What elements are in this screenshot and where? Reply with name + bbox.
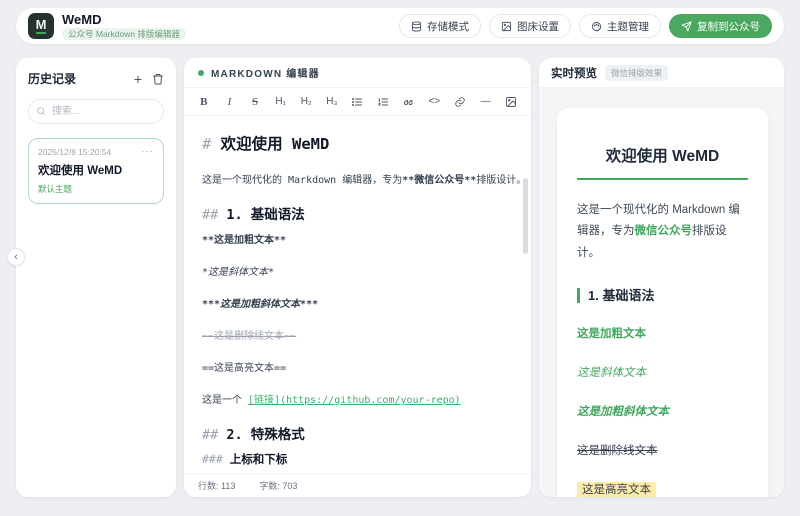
link-icon	[454, 96, 466, 108]
live-preview-panel: 实时预览 微信排版效果 欢迎使用 WeMD 这是一个现代化的 Markdown …	[539, 58, 784, 497]
quote-icon	[403, 96, 415, 108]
history-sidebar: 历史记录 + 2025/12/8 15:20:54 ··· 欢迎使用 WeMD …	[16, 58, 176, 497]
theme-manager-label: 主题管理	[607, 19, 649, 34]
new-document-button[interactable]: +	[134, 72, 142, 86]
app-title-block: WeMD 公众号 Markdown 排版编辑器	[62, 13, 186, 40]
md-line-bold: **这是加粗文本**	[202, 231, 513, 246]
md-line-intro: 这是一个现代化的 Markdown 编辑器，专为**微信公众号**排版设计。	[202, 171, 513, 186]
ordered-list-icon	[377, 96, 389, 108]
md-line-strike: ~~这是删除线文本~~	[202, 327, 513, 342]
link-button[interactable]	[448, 92, 472, 112]
md-line-h2-special: ## 2. 特殊格式	[202, 423, 513, 443]
image-host-settings-button[interactable]: 图床设置	[489, 14, 571, 38]
md-line-h1: # 欢迎使用 WeMD	[202, 132, 513, 154]
copy-to-wechat-label: 复制到公众号	[697, 19, 760, 34]
storage-icon	[411, 21, 422, 32]
preview-italic: 这是斜体文本	[577, 364, 748, 380]
bold-button[interactable]: B	[192, 92, 216, 112]
blockquote-button[interactable]	[397, 92, 421, 112]
preview-mode-badge: 微信排版效果	[605, 65, 668, 81]
md-line-italic: *这是斜体文本*	[202, 263, 513, 278]
heading2-button[interactable]: H₂	[294, 92, 318, 112]
md-line-h2-basic: ## 1. 基础语法	[202, 203, 513, 223]
editor-scrollbar-thumb[interactable]	[523, 178, 528, 254]
send-icon	[681, 21, 692, 32]
md-link[interactable]: [链接](https://github.com/your-repo)	[248, 395, 461, 406]
history-item-theme-tag: 默认主题	[38, 183, 154, 195]
markdown-editor-panel: MARKDOWN 编辑器 B I S H₁ H₂ H₃ <> — # 欢迎使用 …	[184, 58, 531, 497]
theme-icon	[591, 21, 602, 32]
storage-mode-label: 存储模式	[427, 19, 469, 34]
horizontal-rule-button[interactable]: —	[474, 92, 498, 112]
italic-button[interactable]: I	[218, 92, 242, 112]
delete-history-button[interactable]	[152, 73, 164, 85]
history-item[interactable]: 2025/12/8 15:20:54 ··· 欢迎使用 WeMD 默认主题	[28, 138, 164, 204]
preview-intro: 这是一个现代化的 Markdown 编辑器，专为微信公众号排版设计。	[577, 200, 748, 264]
preview-strike: 这是删除线文本	[577, 442, 748, 458]
history-item-timestamp: 2025/12/8 15:20:54	[38, 147, 111, 157]
app-title: WeMD	[62, 13, 186, 27]
markdown-source-area[interactable]: # 欢迎使用 WeMD 这是一个现代化的 Markdown 编辑器，专为**微信…	[184, 116, 531, 473]
preview-highlight: 这是高亮文本	[577, 482, 656, 497]
insert-image-icon	[505, 96, 517, 108]
search-input[interactable]	[28, 99, 164, 124]
trash-icon	[152, 73, 164, 85]
preview-scroll-area[interactable]: 欢迎使用 WeMD 这是一个现代化的 Markdown 编辑器，专为微信公众号排…	[539, 88, 784, 497]
app-logo-icon: M	[28, 13, 54, 39]
history-search	[28, 99, 164, 124]
image-host-icon	[501, 21, 512, 32]
chevron-left-icon: ‹	[14, 251, 18, 263]
collapse-sidebar-button[interactable]: ‹	[7, 248, 25, 266]
preview-document: 欢迎使用 WeMD 这是一个现代化的 Markdown 编辑器，专为微信公众号排…	[557, 108, 768, 497]
preview-bolditalic: 这是加粗斜体文本	[577, 403, 748, 419]
theme-manager-button[interactable]: 主题管理	[579, 14, 661, 38]
code-button[interactable]: <>	[422, 92, 446, 112]
word-count: 字数: 703	[259, 479, 297, 492]
history-item-title: 欢迎使用 WeMD	[38, 162, 154, 178]
preview-panel-title: 实时预览	[551, 65, 597, 81]
md-line-h3-supsub: ### 上标和下标	[202, 451, 513, 467]
preview-h1: 欢迎使用 WeMD	[577, 144, 748, 180]
storage-mode-button[interactable]: 存储模式	[399, 14, 481, 38]
insert-image-button[interactable]	[499, 92, 523, 112]
md-line-highlight: ==这是高亮文本==	[202, 359, 513, 374]
md-line-link: 这是一个 [链接](https://github.com/your-repo)	[202, 391, 513, 406]
line-count: 行数: 113	[198, 479, 235, 492]
app-subtitle-badge: 公众号 Markdown 排版编辑器	[62, 28, 186, 40]
bullet-list-button[interactable]	[346, 92, 370, 112]
editor-panel-title: MARKDOWN 编辑器	[211, 65, 320, 80]
app-header: M WeMD 公众号 Markdown 排版编辑器 存储模式 图床设置 主题管理…	[16, 8, 784, 44]
preview-h2-basic: 1. 基础语法	[577, 288, 748, 304]
md-line-bolditalic: ***这是加粗斜体文本***	[202, 295, 513, 310]
search-icon	[36, 106, 46, 116]
copy-to-wechat-button[interactable]: 复制到公众号	[669, 14, 772, 38]
editor-status-bar: 行数: 113 字数: 703	[184, 473, 531, 497]
heading3-button[interactable]: H₃	[320, 92, 344, 112]
editor-toolbar: B I S H₁ H₂ H₃ <> —	[184, 88, 531, 116]
image-host-label: 图床设置	[517, 19, 559, 34]
preview-bold: 这是加粗文本	[577, 325, 748, 341]
ordered-list-button[interactable]	[371, 92, 395, 112]
strikethrough-button[interactable]: S	[243, 92, 267, 112]
preview-highlight-line: 这是高亮文本	[577, 481, 748, 497]
history-title: 历史记录	[28, 70, 76, 87]
bullet-list-icon	[351, 96, 363, 108]
editor-status-dot	[198, 70, 204, 76]
history-item-menu-button[interactable]: ···	[141, 149, 154, 155]
heading1-button[interactable]: H₁	[269, 92, 293, 112]
